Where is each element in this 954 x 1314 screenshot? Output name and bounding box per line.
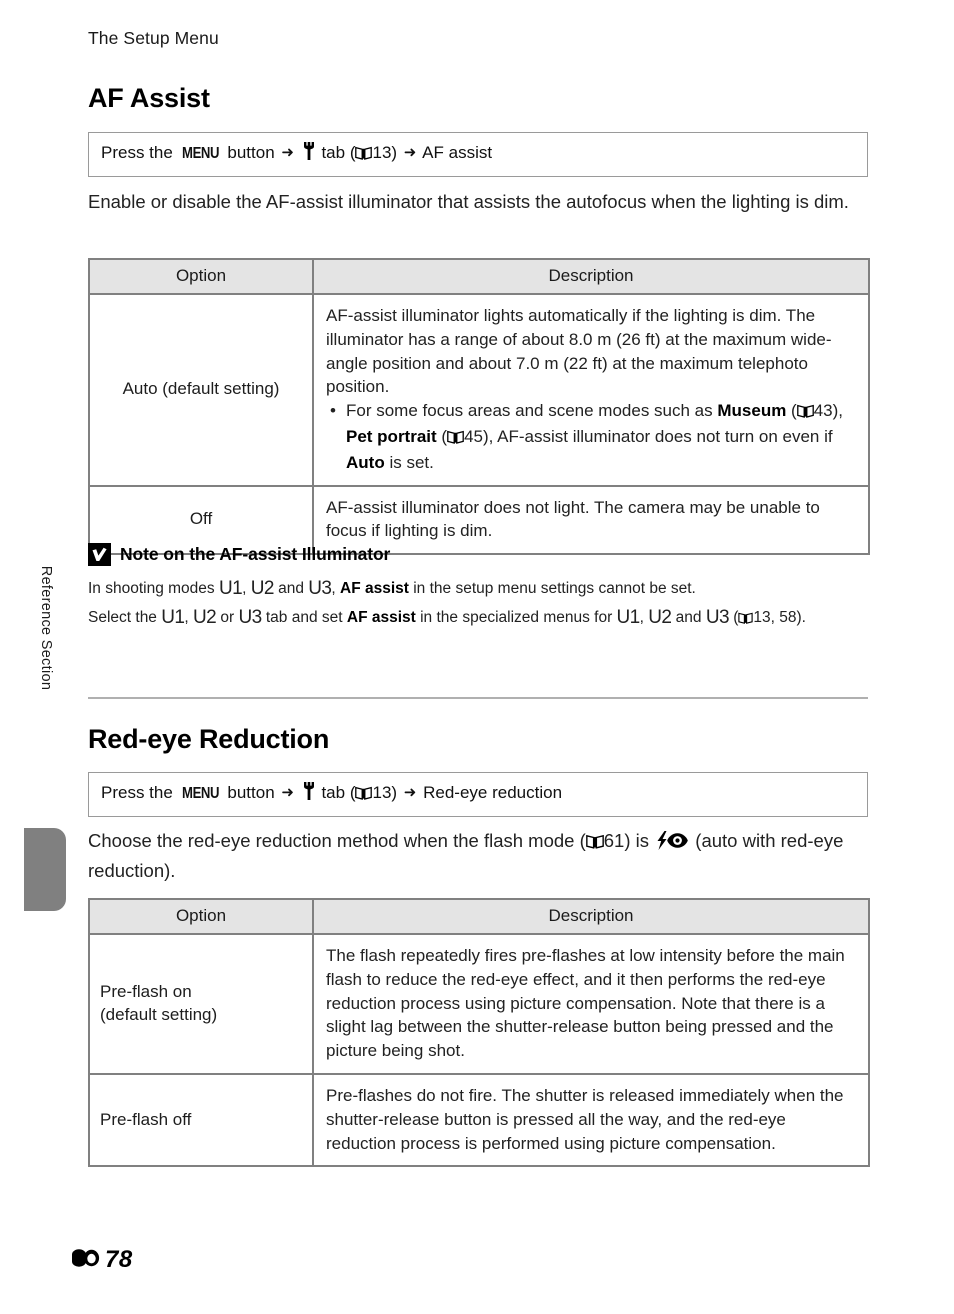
path-ref-page: 13) bbox=[372, 143, 398, 162]
menu-path-red-eye-reduction: Press the MENU button ➜ tab ( 13) ➜ Red-… bbox=[88, 772, 868, 817]
book-icon bbox=[738, 608, 754, 631]
arrow-right-icon: ➜ bbox=[281, 144, 294, 161]
wrench-icon bbox=[302, 142, 316, 165]
path-ref-page: 13) bbox=[372, 783, 398, 802]
column-header-option: Option bbox=[88, 258, 314, 295]
manual-page: The Setup Menu Reference Section AF Assi… bbox=[0, 0, 954, 1314]
page-number: 78 bbox=[105, 1246, 133, 1273]
mode-u3-glyph: U3 bbox=[308, 578, 332, 599]
menu-button-glyph: MENU bbox=[181, 785, 219, 802]
bullet-text-1: For some focus areas and scene modes suc… bbox=[346, 401, 718, 421]
path-tab-word: tab bbox=[321, 143, 346, 162]
running-header: The Setup Menu bbox=[88, 28, 219, 48]
book-icon bbox=[447, 427, 464, 451]
sidebar-section-label: Reference Section bbox=[38, 565, 54, 691]
page-title-af-assist: AF Assist bbox=[88, 83, 210, 113]
column-header-option: Option bbox=[88, 898, 314, 935]
wrench-icon bbox=[302, 782, 316, 805]
option-name-auto: Auto (default setting) bbox=[88, 293, 314, 487]
description-bullets: For some focus areas and scene modes suc… bbox=[326, 399, 856, 474]
menu-button-glyph: MENU bbox=[181, 145, 219, 162]
book-icon bbox=[796, 401, 814, 425]
book-icon bbox=[355, 145, 373, 165]
path-button-word: button bbox=[227, 783, 275, 802]
mode-u3-glyph: U3 bbox=[238, 606, 262, 628]
note-text-5: in the specialized menus for bbox=[415, 608, 617, 626]
table-header-row: Option Description bbox=[88, 258, 870, 295]
arrow-right-icon-2: ➜ bbox=[403, 144, 417, 161]
bullet-text-4: ( bbox=[436, 426, 448, 446]
option-description-auto: AF-assist illuminator lights automatical… bbox=[312, 293, 870, 487]
note-block-af-assist: Note on the AF-assist Illuminator In sho… bbox=[88, 543, 868, 632]
table-row: Auto (default setting) AF-assist illumin… bbox=[88, 293, 870, 487]
note-text-4: tab and set bbox=[261, 608, 347, 626]
options-table-af-assist: Option Description Auto (default setting… bbox=[88, 258, 870, 556]
path-button-word: button bbox=[227, 143, 275, 162]
column-header-description: Description bbox=[312, 898, 870, 935]
bullet-text-6: is set. bbox=[384, 452, 434, 472]
mode-u2-glyph: U2 bbox=[648, 606, 672, 628]
bullet-bold-museum: Museum bbox=[717, 401, 787, 421]
arrow-right-icon: ➜ bbox=[281, 784, 294, 801]
option-name-pre-flash-on: Pre-flash on (default setting) bbox=[88, 933, 314, 1075]
note-heading: Note on the AF-assist Illuminator bbox=[88, 543, 868, 566]
arrow-right-icon-2: ➜ bbox=[403, 784, 417, 801]
table-row: Pre-flash off Pre-flashes do not fire. T… bbox=[88, 1072, 870, 1168]
option-name-pre-flash-off: Pre-flash off bbox=[88, 1072, 314, 1168]
note-title: Note on the AF-assist Illuminator bbox=[120, 544, 391, 564]
mode-u3-glyph: U3 bbox=[705, 606, 730, 628]
page-footer: 78 bbox=[72, 1246, 133, 1274]
page-title-red-eye-reduction: Red-eye Reduction bbox=[88, 724, 330, 754]
note-text-6: 13, 58). bbox=[753, 608, 806, 626]
path-target: AF assist bbox=[422, 143, 493, 162]
bullet-text-2: ( bbox=[786, 401, 797, 421]
list-item: For some focus areas and scene modes suc… bbox=[330, 399, 856, 474]
table-header-row: Option Description bbox=[88, 898, 870, 935]
mode-u2-glyph: U2 bbox=[192, 606, 217, 628]
sidebar-chapter-tab bbox=[24, 828, 66, 911]
mode-u1-glyph: U1 bbox=[218, 578, 243, 599]
path-prefix: Press the bbox=[101, 783, 173, 802]
book-icon bbox=[355, 785, 373, 805]
options-table-red-eye: Option Description Pre-flash on (default… bbox=[88, 898, 870, 1168]
intro-text-2: 61) is bbox=[603, 830, 655, 851]
option-label: Pre-flash on (default setting) bbox=[100, 981, 218, 1025]
path-prefix: Press the bbox=[101, 143, 173, 162]
bullet-bold-auto: Auto bbox=[346, 452, 385, 472]
note-text-3: Select the bbox=[88, 608, 162, 626]
mode-u2-glyph: U2 bbox=[250, 578, 275, 599]
note-body: In shooting modes U1, U2 and U3, AF assi… bbox=[88, 575, 868, 632]
table-row: Pre-flash on (default setting) The flash… bbox=[88, 933, 870, 1075]
path-target: Red-eye reduction bbox=[423, 783, 563, 802]
bullet-bold-pet-portrait: Pet portrait bbox=[346, 426, 437, 446]
note-warning-icon bbox=[88, 543, 111, 566]
book-icon bbox=[585, 830, 604, 857]
intro-text-1: Choose the red-eye reduction method when… bbox=[88, 830, 586, 851]
option-description-pre-flash-off: Pre-flashes do not fire. The shutter is … bbox=[312, 1072, 870, 1168]
mode-u1-glyph: U1 bbox=[161, 606, 185, 628]
section-divider bbox=[88, 697, 868, 699]
menu-path-af-assist: Press the MENU button ➜ tab ( 13) ➜ AF a… bbox=[88, 132, 868, 177]
bullet-text-5: 45), AF-assist illuminator does not turn… bbox=[464, 426, 833, 446]
path-tab-word: tab bbox=[321, 783, 346, 802]
option-description-pre-flash-on: The flash repeatedly fires pre-flashes a… bbox=[312, 933, 870, 1075]
mode-u1-glyph: U1 bbox=[616, 606, 641, 628]
note-bold-af-assist-2: AF assist bbox=[346, 608, 416, 626]
description-paragraph: AF-assist illuminator lights automatical… bbox=[326, 306, 832, 397]
column-header-description: Description bbox=[312, 258, 870, 295]
reference-section-icon bbox=[72, 1247, 102, 1274]
intro-paragraph-red-eye: Choose the red-eye reduction method when… bbox=[88, 828, 866, 885]
note-text-2: in the setup menu settings cannot be set… bbox=[408, 580, 696, 597]
note-text-1: In shooting modes bbox=[88, 580, 219, 597]
note-bold-af-assist: AF assist bbox=[340, 580, 409, 597]
intro-paragraph-af-assist: Enable or disable the AF-assist illumina… bbox=[88, 191, 849, 212]
bullet-text-3: 43), bbox=[813, 401, 844, 421]
flash-red-eye-icon bbox=[655, 831, 689, 858]
